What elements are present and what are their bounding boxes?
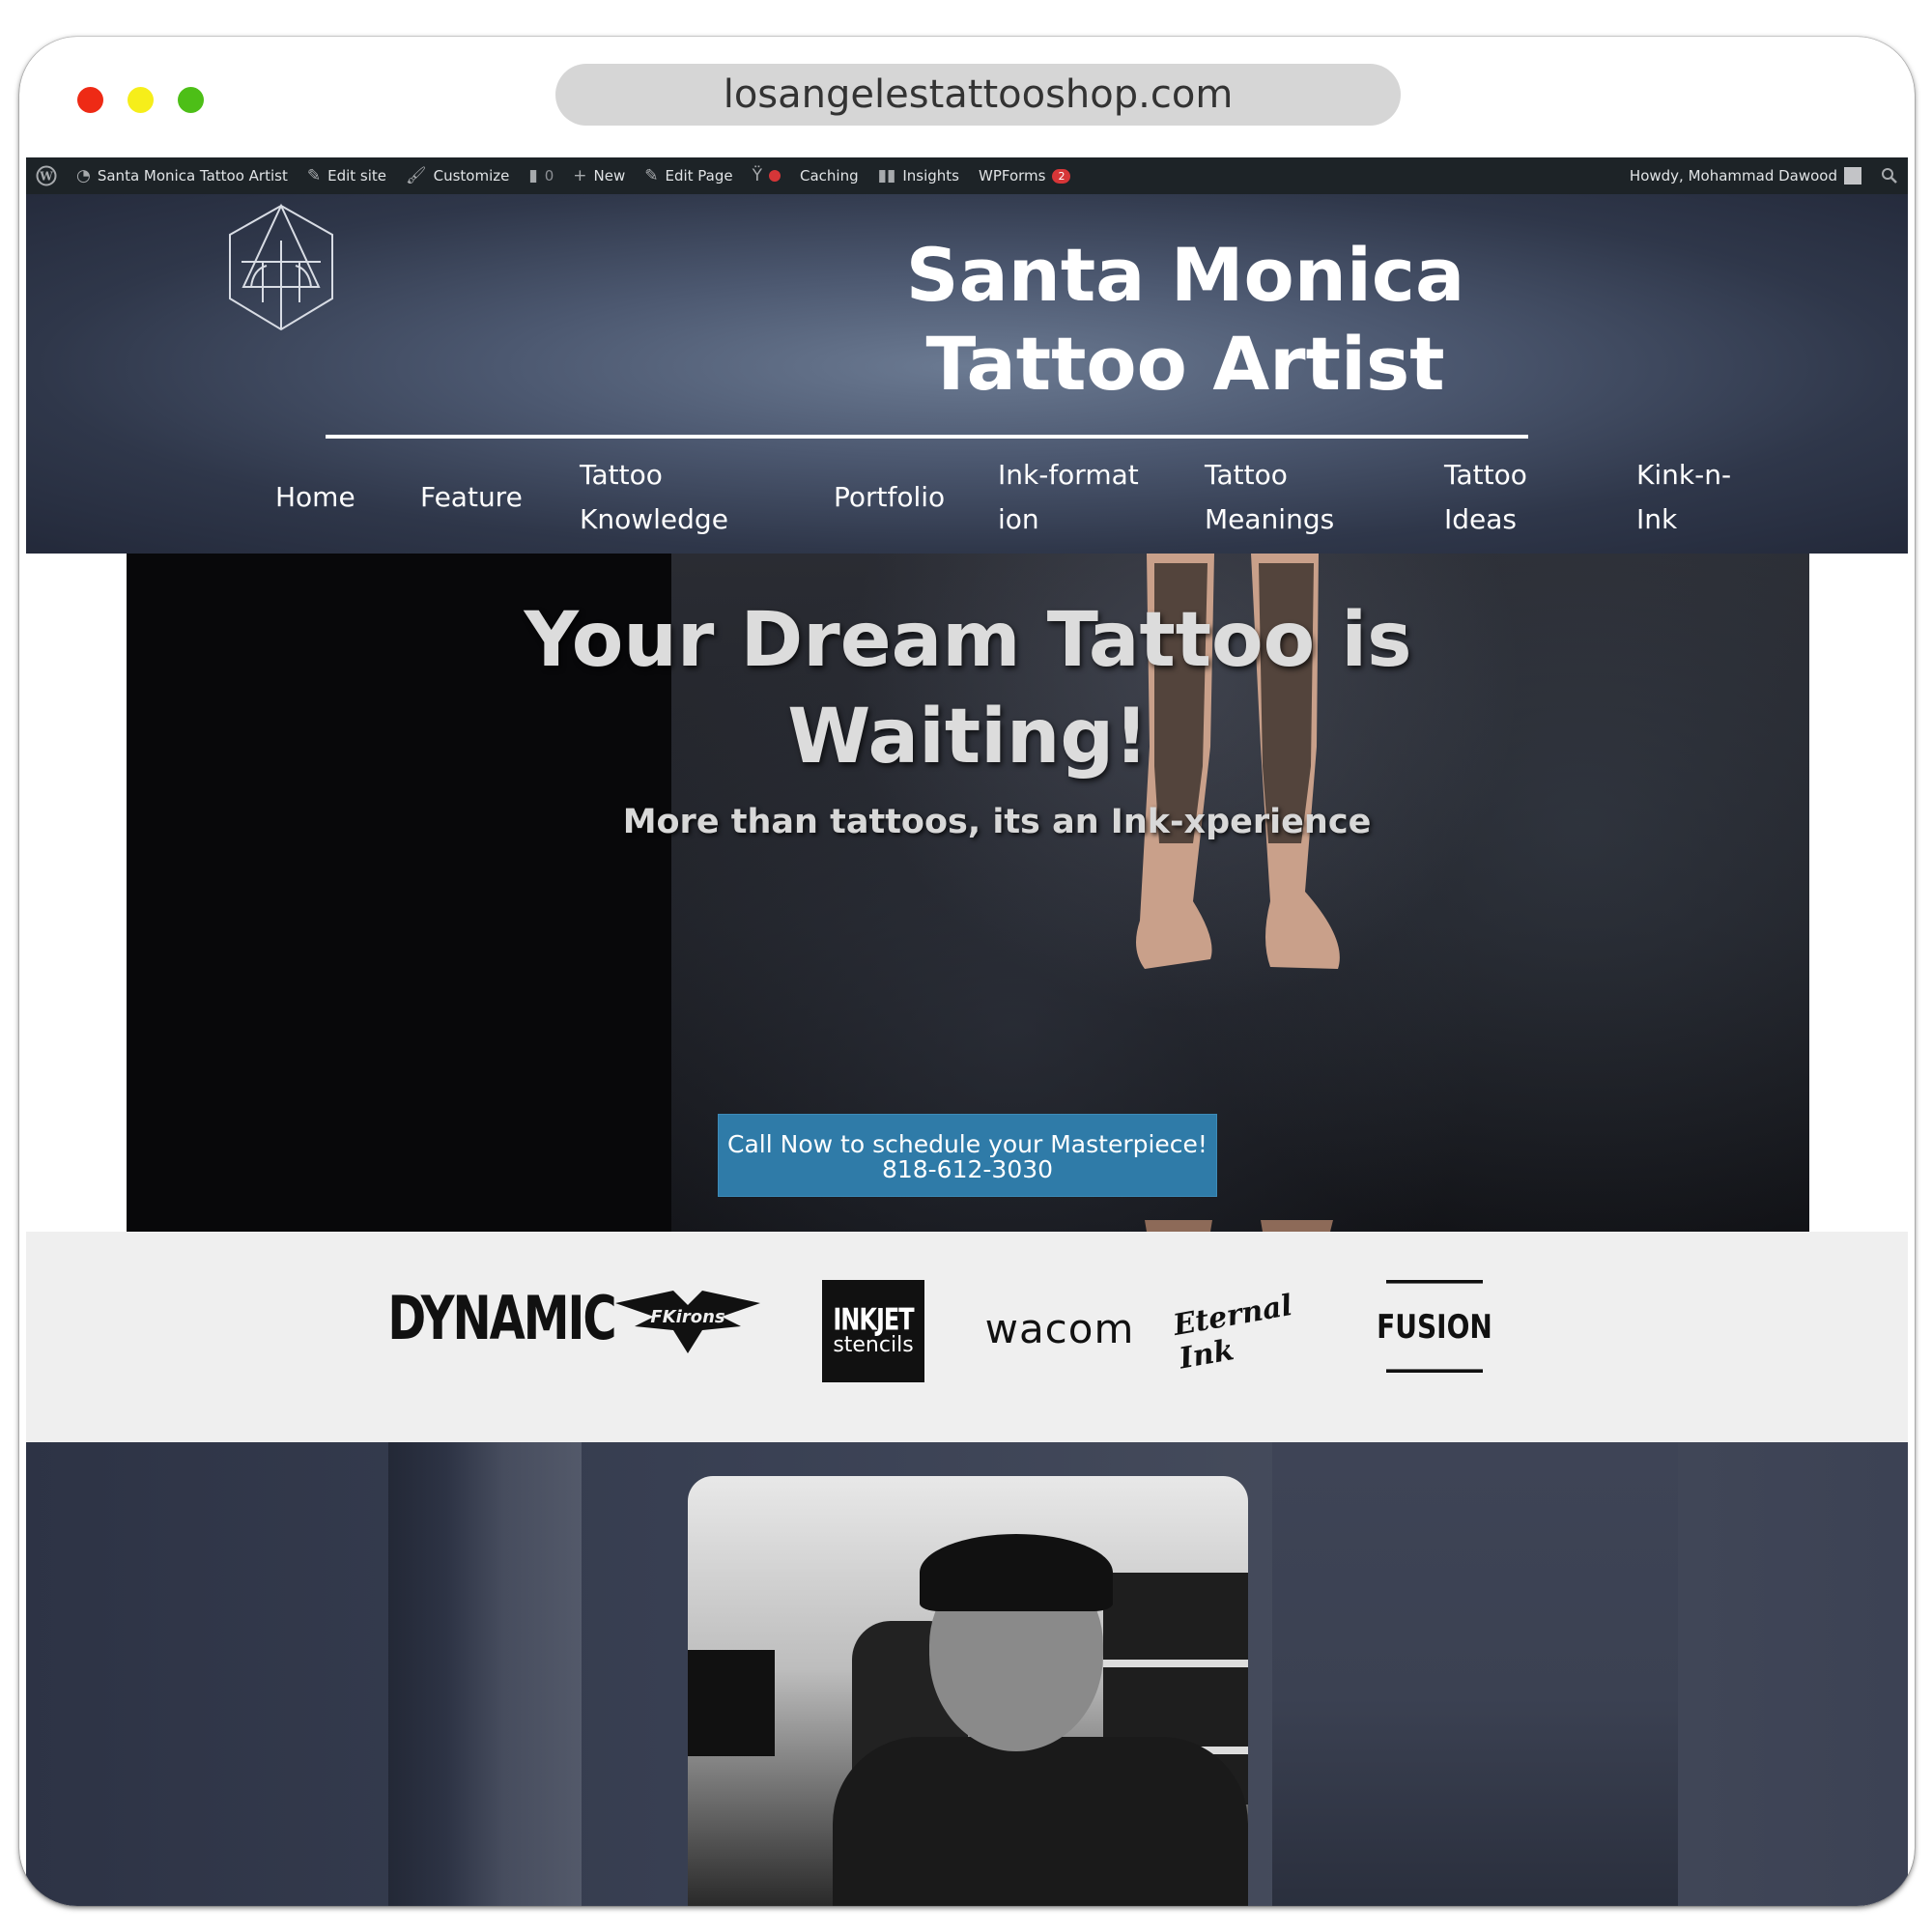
search-icon	[1882, 168, 1897, 184]
fkirons-logo: FKirons	[615, 1286, 760, 1363]
hero-title-line2: Waiting!	[787, 694, 1149, 781]
wpforms-menu[interactable]: WPForms 2	[969, 157, 1080, 194]
customize-icon: 🖌	[406, 166, 427, 185]
nav-feature[interactable]: Feature	[420, 475, 523, 520]
comment-icon: ▮	[528, 166, 538, 185]
close-window-button[interactable]	[77, 87, 103, 113]
insights-menu[interactable]: ▮▮ Insights	[868, 157, 969, 194]
plus-icon: +	[573, 166, 587, 185]
artist-body-shape	[833, 1737, 1248, 1906]
wp-logo-menu[interactable]: W	[26, 157, 67, 194]
customize-link[interactable]: 🖌 Customize	[396, 157, 519, 194]
wpforms-badge: 2	[1052, 168, 1071, 184]
dashboard-icon: ◔	[76, 166, 91, 185]
maximize-window-button[interactable]	[178, 87, 204, 113]
main-navigation: Home Feature Tattoo Knowledge Portfolio …	[26, 453, 1908, 550]
nav-tattoo-knowledge[interactable]: Tattoo Knowledge	[580, 453, 734, 542]
hero-subtitle: More than tattoos, its an Ink-xperience	[622, 803, 1372, 841]
artist-section	[26, 1442, 1908, 1906]
edit-page-link[interactable]: ✎ Edit Page	[635, 157, 742, 194]
pencil-icon: ✎	[644, 166, 659, 185]
brand-logos-strip: DYNAMIC FKirons INKJET stencils wacom Et…	[26, 1232, 1908, 1442]
nav-portfolio[interactable]: Portfolio	[834, 475, 945, 520]
yoast-icon: Ÿ	[752, 166, 763, 185]
studio-wall-image	[388, 1442, 582, 1906]
inkjet-stencils-logo: INKJET stencils	[822, 1280, 924, 1382]
studio-shelf-image	[1272, 1442, 1678, 1906]
insights-icon: ▮▮	[877, 166, 896, 185]
fkirons-text: FKirons	[650, 1307, 724, 1327]
edit-site-label: Edit site	[327, 167, 387, 185]
edit-page-label: Edit Page	[665, 167, 733, 185]
fkirons-wings-icon: FKirons	[615, 1291, 760, 1353]
hero-section: Your Dream Tattoo is Waiting! More than …	[127, 554, 1809, 1232]
header-divider	[326, 435, 1528, 439]
nav-home[interactable]: Home	[275, 475, 355, 520]
site-header: Santa Monica Tattoo Artist Home Feature …	[26, 194, 1908, 554]
site-logo[interactable]	[224, 202, 338, 333]
artist-photo	[688, 1476, 1248, 1906]
howdy-label: Howdy, Mohammad Dawood	[1629, 167, 1837, 185]
status-dot-icon	[769, 170, 781, 182]
lamp-shape	[688, 1650, 775, 1756]
page-viewport: W ◔ Santa Monica Tattoo Artist ✎ Edit si…	[26, 157, 1908, 1906]
minimize-window-button[interactable]	[128, 87, 154, 113]
wp-admin-bar: W ◔ Santa Monica Tattoo Artist ✎ Edit si…	[26, 157, 1908, 194]
comments-count: 0	[544, 167, 554, 185]
yoast-seo-menu[interactable]: Ÿ	[743, 157, 790, 194]
nav-kink-n-ink[interactable]: Kink-n-Ink	[1636, 453, 1733, 542]
site-name-menu[interactable]: ◔ Santa Monica Tattoo Artist	[67, 157, 298, 194]
customize-label: Customize	[433, 167, 510, 185]
caching-label: Caching	[800, 167, 859, 185]
browser-window: losangelestattooshop.com W ◔ Santa Monic…	[19, 37, 1915, 1906]
caching-menu[interactable]: Caching	[790, 157, 868, 194]
insights-label: Insights	[902, 167, 959, 185]
fusion-logo: FUSION	[1377, 1280, 1492, 1373]
hero-title: Your Dream Tattoo is Waiting!	[127, 592, 1809, 785]
nav-tattoo-ideas[interactable]: Tattoo Ideas	[1444, 453, 1541, 542]
edit-site-link[interactable]: ✎ Edit site	[298, 157, 396, 194]
new-label: New	[593, 167, 626, 185]
cta-phone: 818-612-3030	[881, 1155, 1054, 1183]
cta-line1: Call Now to schedule your Masterpiece!	[727, 1130, 1208, 1158]
site-name-label: Santa Monica Tattoo Artist	[97, 167, 288, 185]
svg-text:W: W	[39, 170, 53, 184]
inkjet-text: INKJET	[833, 1301, 914, 1337]
admin-search-button[interactable]	[1871, 157, 1908, 194]
user-avatar-icon	[1844, 167, 1861, 185]
nav-tattoo-meanings[interactable]: Tattoo Meanings	[1205, 453, 1340, 542]
wacom-logo: wacom	[984, 1304, 1135, 1352]
eternal-ink-logo: Eternal Ink	[1171, 1288, 1295, 1377]
edit-site-icon: ✎	[306, 166, 322, 185]
hero-title-line1: Your Dream Tattoo is	[524, 597, 1412, 684]
site-title[interactable]: Santa Monica Tattoo Artist	[799, 231, 1572, 409]
address-bar[interactable]: losangelestattooshop.com	[555, 64, 1401, 126]
comments-link[interactable]: ▮ 0	[519, 157, 563, 194]
call-now-button[interactable]: Call Now to schedule your Masterpiece! 8…	[718, 1114, 1217, 1197]
artist-cap-shape	[920, 1534, 1113, 1611]
new-content-menu[interactable]: + New	[563, 157, 635, 194]
wpforms-label: WPForms	[979, 167, 1046, 185]
wordpress-icon: W	[36, 165, 57, 186]
dynamic-logo: DYNAMIC	[387, 1283, 616, 1354]
nav-ink-formation[interactable]: Ink-formation	[998, 453, 1143, 542]
my-account-menu[interactable]: Howdy, Mohammad Dawood	[1620, 157, 1871, 194]
